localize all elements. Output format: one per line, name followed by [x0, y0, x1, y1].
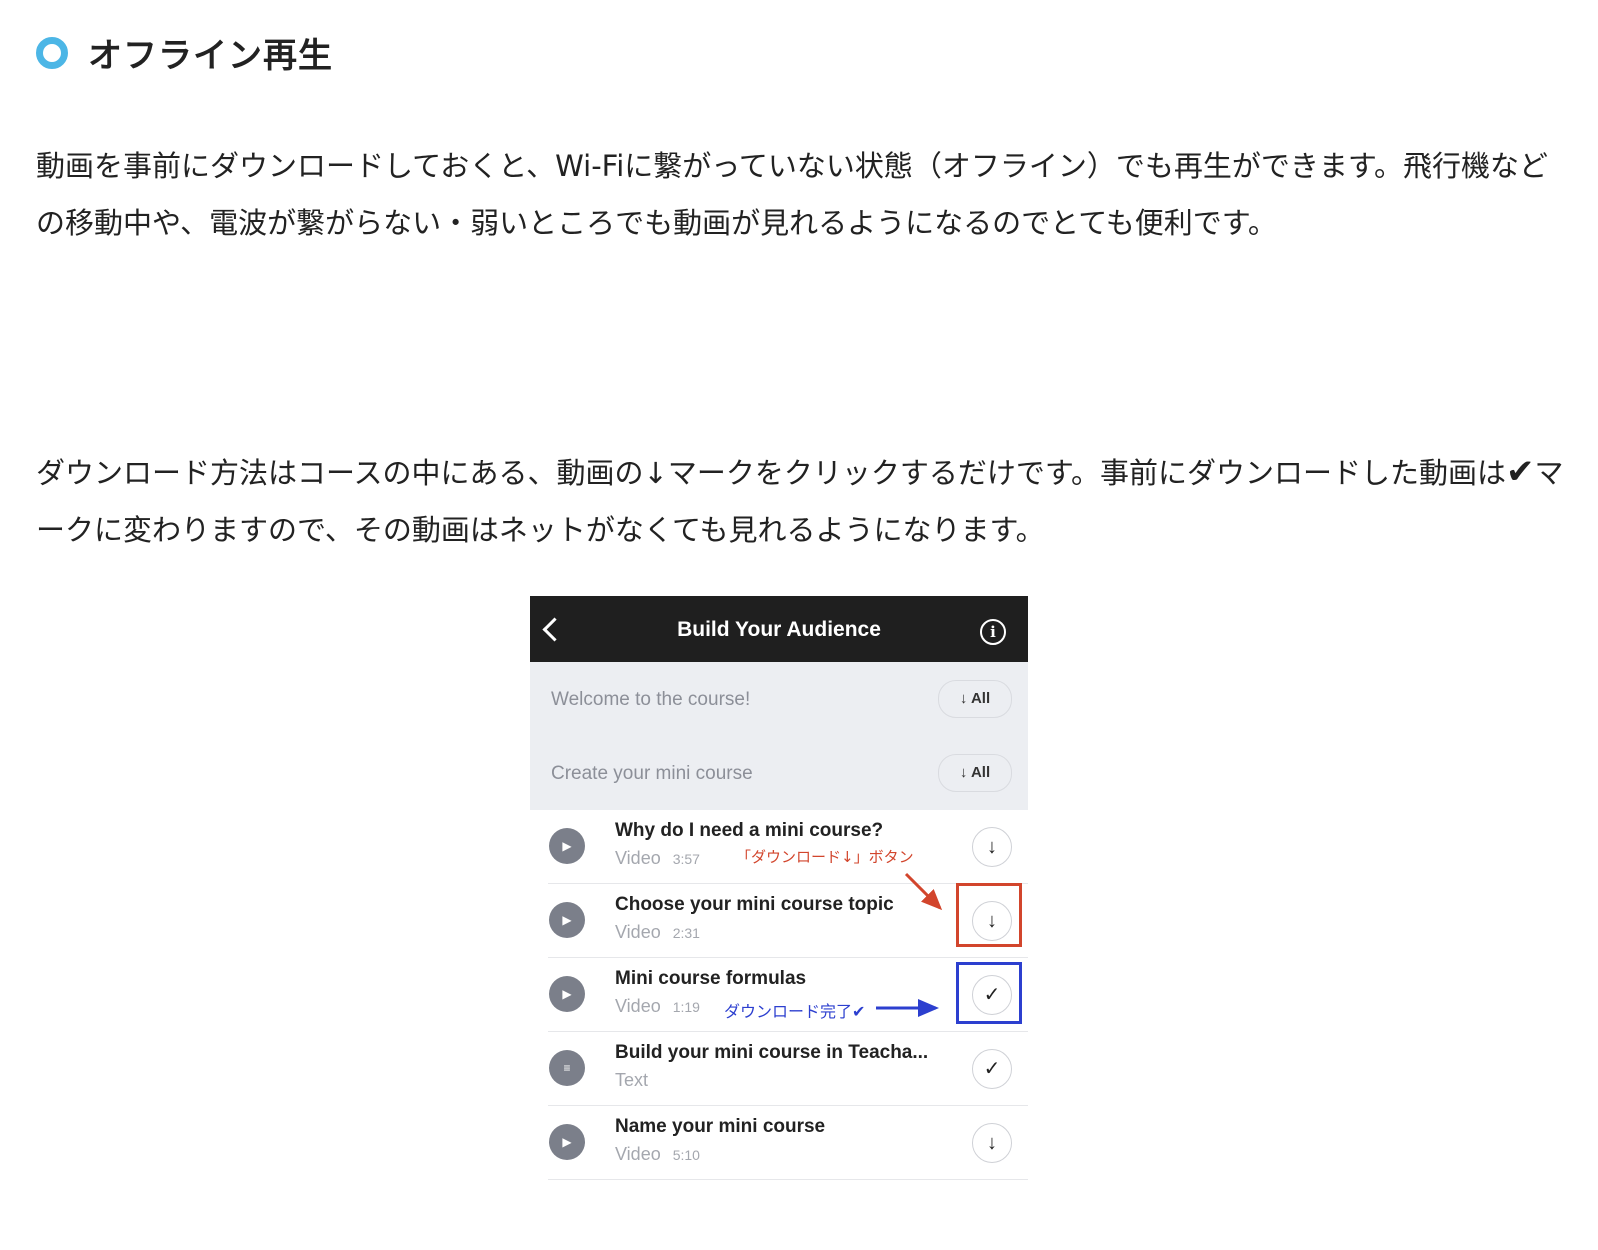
section-name: Create your mini course — [551, 763, 753, 784]
paragraph-download-howto: ダウンロード方法はコースの中にある、動画の↓マークをクリックするだけです。事前に… — [36, 444, 1566, 559]
lesson-meta: Video 3:57 — [615, 848, 700, 869]
play-icon: ▶ — [549, 976, 585, 1012]
lesson-duration: 2:31 — [672, 925, 700, 941]
section-header: Create your mini course ↓ All — [530, 736, 1028, 810]
lesson-row[interactable]: ▶ Choose your mini course topic Video 2:3… — [530, 884, 1028, 958]
section-heading: オフライン再生 — [36, 28, 333, 77]
check-mark-icon: ✔ — [1505, 452, 1535, 492]
lesson-meta: Video 5:10 — [615, 1144, 700, 1165]
lesson-title: Build your mini course in Teacha... — [615, 1042, 929, 1063]
app-screenshot: Build Your Audience i Welcome to the cou… — [530, 596, 1028, 1186]
lesson-meta: Video 2:31 — [615, 922, 700, 943]
heading-title: オフライン再生 — [88, 36, 333, 76]
section-name: Welcome to the course! — [551, 689, 751, 710]
text-icon: ≡ — [549, 1050, 585, 1086]
lesson-row[interactable]: ≡ Build your mini course in Teacha... Te… — [530, 1032, 1028, 1106]
download-arrow-icon[interactable]: ↓ — [972, 827, 1012, 867]
lesson-duration: 1:19 — [672, 999, 700, 1015]
play-icon: ▶ — [549, 1124, 585, 1160]
lesson-meta: Video 1:19 — [615, 996, 700, 1017]
lesson-duration: 5:10 — [672, 1147, 700, 1163]
highlight-box-blue — [956, 962, 1022, 1024]
paragraph-text-part: ダウンロード方法はコースの中にある、動画の↓マークをクリックするだけです。事前に… — [36, 456, 1506, 490]
download-all-button[interactable]: ↓ All — [938, 680, 1012, 718]
downloaded-check-icon[interactable]: ✓ — [972, 1049, 1012, 1089]
lesson-type: Video — [615, 922, 661, 942]
info-icon[interactable]: i — [980, 619, 1006, 645]
lesson-row[interactable]: ▶ Name your mini course Video 5:10 ↓ — [530, 1106, 1028, 1180]
app-header: Build Your Audience i — [530, 596, 1028, 662]
annotation-download-button: 「ダウンロード↓」ボタン — [736, 848, 914, 866]
course-title: Build Your Audience — [677, 618, 881, 641]
paragraph-offline-intro: 動画を事前にダウンロードしておくと、Wi-Fiに繋がっていない状態（オフライン）… — [36, 149, 1548, 240]
circle-bullet-icon — [36, 36, 68, 69]
section-header: Welcome to the course! ↓ All — [530, 662, 1028, 736]
lesson-type: Text — [615, 1070, 649, 1090]
download-all-button[interactable]: ↓ All — [938, 754, 1012, 792]
lesson-title: Mini course formulas — [615, 968, 807, 989]
download-arrow-icon[interactable]: ↓ — [972, 1123, 1012, 1163]
lesson-title: Why do I need a mini course? — [615, 820, 884, 841]
play-icon: ▶ — [549, 902, 585, 938]
lesson-duration: 3:57 — [672, 851, 700, 867]
lesson-type: Video — [615, 1144, 661, 1164]
lesson-type: Video — [615, 996, 661, 1016]
lesson-title: Choose your mini course topic — [615, 894, 894, 915]
highlight-box-red — [956, 883, 1022, 947]
annotation-download-done: ダウンロード完了✔ — [724, 1002, 866, 1021]
play-icon: ▶ — [549, 828, 585, 864]
lesson-title: Name your mini course — [615, 1116, 826, 1137]
lesson-type: Video — [615, 848, 661, 868]
lesson-meta: Text — [615, 1070, 648, 1091]
